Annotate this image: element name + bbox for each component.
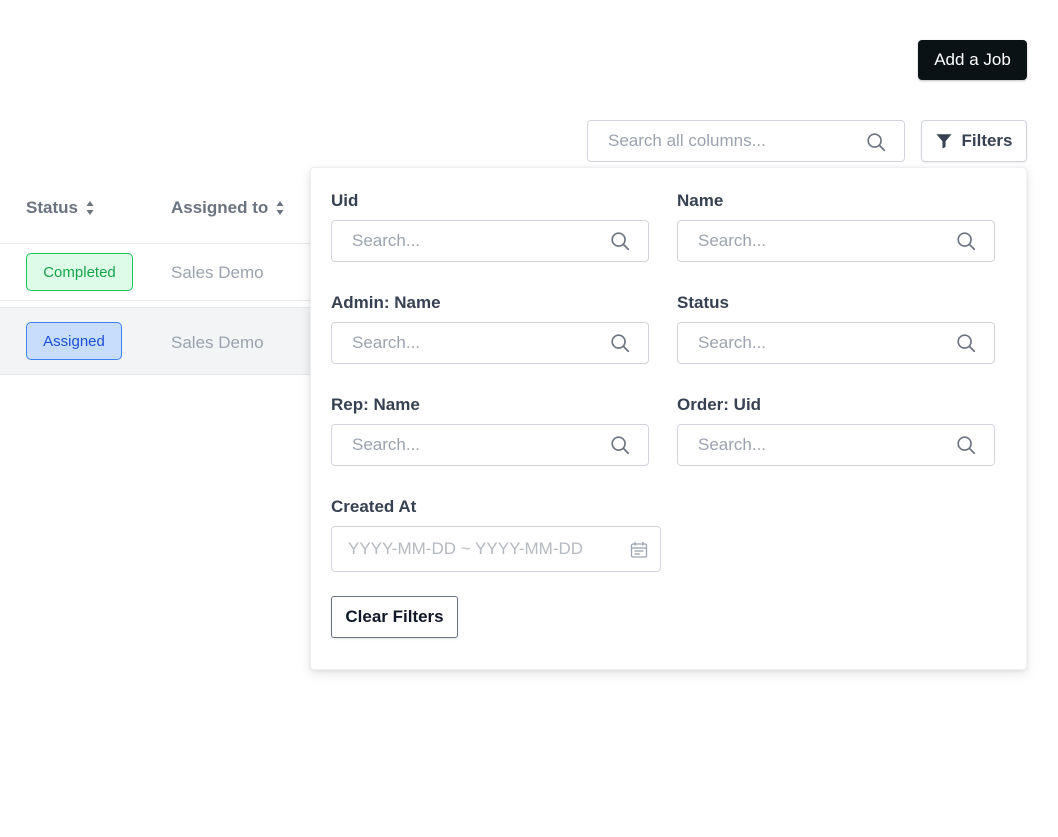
filter-input-name[interactable] (678, 221, 994, 261)
sort-icon (86, 201, 94, 215)
column-header-label: Assigned to (171, 198, 269, 217)
global-search-input[interactable] (588, 121, 904, 161)
search-icon[interactable] (865, 131, 887, 153)
filter-label-rep-name: Rep: Name (331, 395, 420, 414)
filter-label-created-at: Created At (331, 497, 417, 516)
filter-field-uid[interactable] (331, 220, 649, 262)
filter-field-status[interactable] (677, 322, 995, 364)
global-search-field[interactable] (587, 120, 905, 162)
search-icon (611, 334, 630, 353)
search-icon (957, 232, 976, 251)
filter-field-admin-name[interactable] (331, 322, 649, 364)
column-header-label: Status (26, 198, 78, 217)
search-icon (957, 436, 976, 455)
filter-label-status: Status (677, 293, 729, 312)
filters-button[interactable]: Filters (921, 120, 1027, 162)
assigned-to-cell: Sales Demo (171, 263, 264, 282)
search-icon (611, 232, 630, 251)
table-row[interactable]: Assigned Sales Demo (0, 307, 320, 375)
status-badge: Assigned (26, 322, 122, 360)
filter-label-name: Name (677, 191, 724, 210)
search-icon (957, 334, 976, 353)
table-header: Status Assigned to (0, 172, 320, 244)
funnel-icon (936, 134, 952, 149)
column-header-assigned-to[interactable]: Assigned to (171, 198, 284, 218)
assigned-to-cell: Sales Demo (171, 333, 264, 352)
add-job-button[interactable]: Add a Job (918, 40, 1027, 80)
filter-input-status[interactable] (678, 323, 994, 363)
filter-panel: Uid Name Admin: Name Status Rep: Name Or… (310, 167, 1027, 670)
search-icon (611, 436, 630, 455)
sort-icon (276, 201, 284, 215)
calendar-icon[interactable] (630, 541, 648, 559)
filter-field-created-at[interactable] (331, 526, 661, 572)
filter-input-rep-name[interactable] (332, 425, 648, 465)
date-range-input[interactable] (332, 527, 660, 571)
filter-field-name[interactable] (677, 220, 995, 262)
filter-field-rep-name[interactable] (331, 424, 649, 466)
filter-field-order-uid[interactable] (677, 424, 995, 466)
column-header-status[interactable]: Status (26, 198, 94, 218)
clear-filters-button[interactable]: Clear Filters (331, 596, 458, 638)
filter-input-order-uid[interactable] (678, 425, 994, 465)
status-badge: Completed (26, 253, 133, 291)
filter-input-admin-name[interactable] (332, 323, 648, 363)
filter-input-uid[interactable] (332, 221, 648, 261)
filter-label-admin-name: Admin: Name (331, 293, 441, 312)
table-row[interactable]: Completed Sales Demo (0, 244, 320, 301)
filters-button-label: Filters (961, 131, 1013, 150)
filter-label-order-uid: Order: Uid (677, 395, 762, 414)
filter-label-uid: Uid (331, 191, 359, 210)
